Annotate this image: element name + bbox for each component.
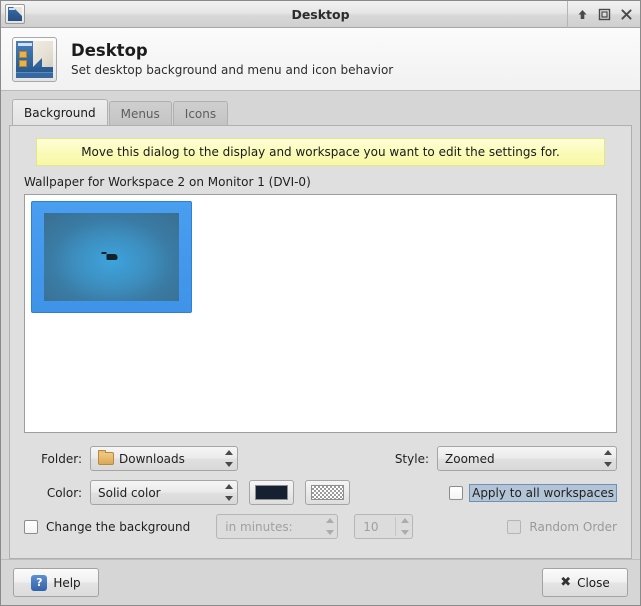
- color-row: Color: Solid color Apply to all workspac…: [24, 480, 617, 505]
- tab-background-label: Background: [24, 105, 96, 120]
- folder-dropdown[interactable]: Downloads: [90, 446, 238, 471]
- dialog-body: Background Menus Icons Move this dialog …: [1, 91, 640, 559]
- secondary-color-swatch-button[interactable]: [305, 480, 350, 505]
- style-label: Style:: [394, 451, 429, 466]
- transparent-checker-swatch: [311, 485, 344, 500]
- help-icon: ?: [31, 574, 48, 591]
- folder-style-row: Folder: Downloads Style: Zoomed: [24, 446, 617, 471]
- desktop-preview-icon: [8, 7, 22, 21]
- interval-number-spinner: 10: [354, 514, 414, 539]
- folder-icon: [98, 450, 114, 465]
- help-button[interactable]: ? Help: [13, 568, 99, 597]
- chevron-updown-icon: [325, 518, 334, 535]
- chevron-updown-icon[interactable]: [224, 450, 233, 467]
- maximize-icon[interactable]: [593, 1, 615, 27]
- chevron-updown-icon: [400, 518, 409, 535]
- wallpaper-target-label: Wallpaper for Workspace 2 on Monitor 1 (…: [24, 175, 311, 189]
- close-icon: ✖: [560, 575, 572, 590]
- random-order-label: Random Order: [529, 519, 617, 534]
- folder-label: Folder:: [41, 451, 82, 466]
- close-button[interactable]: ✖ Close: [542, 568, 628, 597]
- desktop-settings-window: Desktop Desktop Set desktop background a…: [0, 0, 641, 606]
- style-dropdown-value: Zoomed: [445, 451, 495, 466]
- chevron-updown-icon[interactable]: [224, 484, 233, 501]
- background-tab-panel: Move this dialog to the display and work…: [9, 125, 632, 559]
- shade-icon[interactable]: [571, 1, 593, 27]
- folder-dropdown-value: Downloads: [119, 451, 185, 466]
- background-controls: Folder: Downloads Style: Zoomed Color: S…: [24, 433, 617, 548]
- window-title: Desktop: [291, 6, 350, 22]
- tab-background[interactable]: Background: [12, 99, 108, 125]
- title-bar[interactable]: Desktop: [1, 0, 640, 28]
- random-order-checkbox: [507, 519, 522, 534]
- color-mode-value: Solid color: [98, 485, 161, 500]
- color-mode-dropdown[interactable]: Solid color: [90, 480, 238, 505]
- interval-dropdown-value: in minutes:: [225, 519, 293, 534]
- window-controls: [567, 0, 640, 28]
- wallpaper-list[interactable]: [24, 194, 617, 433]
- change-background-label: Change the background: [46, 519, 191, 534]
- primary-color-swatch-button[interactable]: [249, 480, 294, 505]
- tab-menus-label: Menus: [120, 106, 160, 121]
- tab-icons[interactable]: Icons: [172, 101, 229, 125]
- wallpaper-subject-silhouette: [101, 252, 117, 260]
- change-background-checkbox[interactable]: [24, 519, 38, 534]
- help-button-label: Help: [53, 575, 81, 590]
- desktop-preview-icon: [12, 36, 57, 82]
- color-label: Color:: [46, 485, 82, 500]
- window-menu-icon[interactable]: [5, 4, 25, 24]
- titlebar-divider: [567, 0, 568, 28]
- page-subtitle: Set desktop background and menu and icon…: [71, 63, 394, 78]
- apply-to-all-workspaces-label[interactable]: Apply to all workspaces: [469, 483, 617, 502]
- change-background-row: Change the background in minutes: 10 Ran…: [24, 514, 617, 539]
- tab-menus[interactable]: Menus: [108, 101, 172, 125]
- info-notice: Move this dialog to the display and work…: [36, 138, 605, 166]
- primary-color-swatch: [255, 485, 288, 500]
- apply-to-all-workspaces-checkbox[interactable]: [449, 485, 464, 500]
- chevron-updown-icon[interactable]: [603, 450, 612, 467]
- close-icon[interactable]: [615, 1, 637, 27]
- close-button-label: Close: [577, 575, 610, 590]
- tab-strip: Background Menus Icons: [9, 99, 632, 125]
- tab-icons-label: Icons: [184, 106, 217, 121]
- page-title: Desktop: [71, 40, 148, 60]
- interval-dropdown: in minutes:: [216, 514, 339, 539]
- list-item[interactable]: [31, 201, 192, 313]
- style-dropdown[interactable]: Zoomed: [437, 446, 617, 471]
- dialog-header: Desktop Set desktop background and menu …: [1, 28, 640, 91]
- interval-number-value: 10: [363, 519, 379, 534]
- dialog-footer: ? Help ✖ Close: [1, 559, 640, 605]
- wallpaper-thumbnail: [44, 213, 179, 301]
